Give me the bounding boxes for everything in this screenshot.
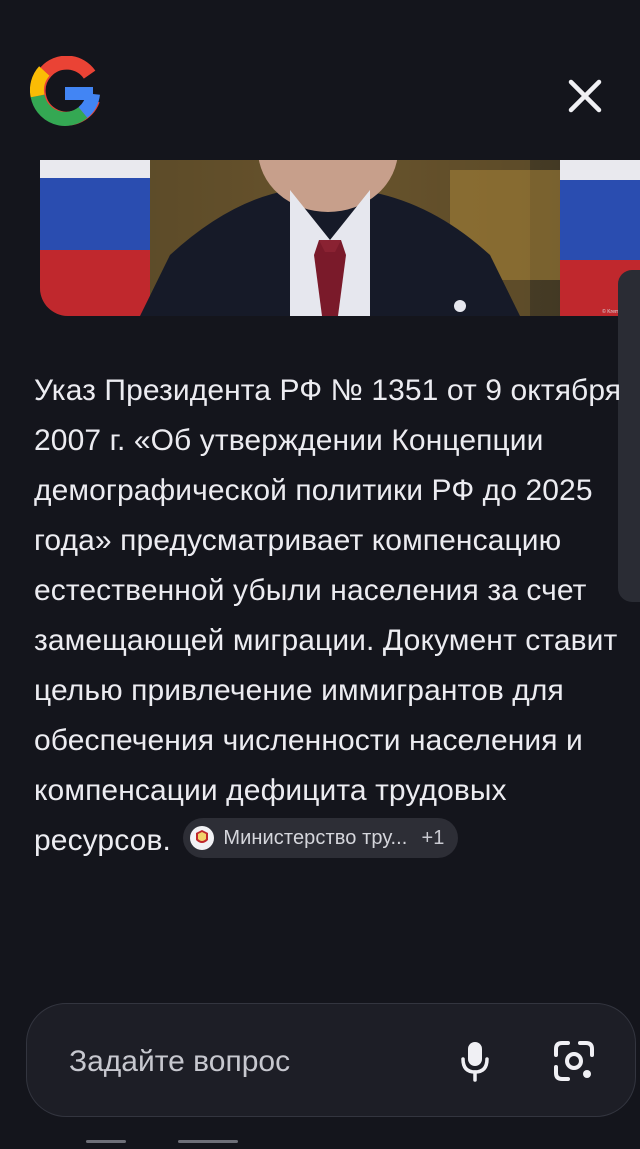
answer-text: Указ Президента РФ № 1351 от 9 октября 2… [34, 374, 622, 857]
peek-text-fragment [86, 1140, 126, 1143]
close-button[interactable] [561, 72, 609, 120]
peek-text-fragment [178, 1140, 238, 1143]
ask-bar[interactable] [26, 1003, 636, 1117]
lens-button[interactable] [547, 1034, 601, 1088]
answer-text-block: Указ Президента РФ № 1351 от 9 октября 2… [34, 366, 626, 866]
google-g-icon [29, 55, 100, 126]
next-content-peek [74, 1136, 374, 1149]
close-icon [568, 79, 602, 113]
source-chip-label: Министерство тру... [223, 827, 408, 850]
camera-lens-icon [554, 1041, 594, 1081]
ask-input[interactable] [67, 1034, 431, 1090]
photo-icon: © Kremlin.ru [40, 160, 640, 316]
header [0, 0, 640, 160]
source-chip-more: +1 [421, 827, 445, 850]
source-chip[interactable]: Министерство тру... +1 [183, 818, 459, 859]
microphone-button[interactable] [451, 1034, 499, 1088]
ministry-emblem-icon [190, 826, 215, 851]
microphone-icon [461, 1042, 489, 1082]
hero-image[interactable]: © Kremlin.ru [40, 160, 640, 316]
